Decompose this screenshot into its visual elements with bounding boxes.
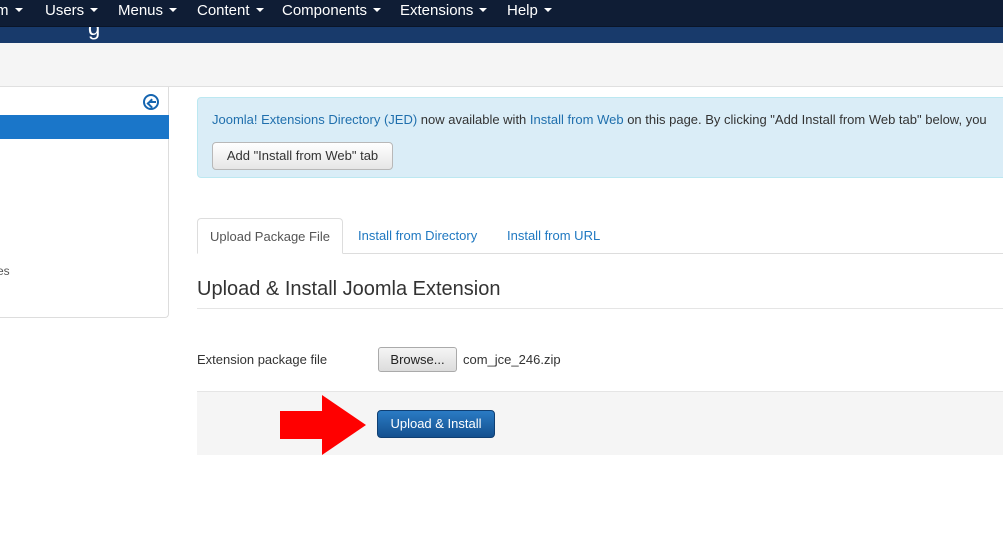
menu-menus[interactable]: Menus bbox=[118, 0, 178, 24]
jed-alert-message: Joomla! Extensions Directory (JED) now a… bbox=[212, 112, 987, 127]
extension-package-label: Extension package file bbox=[197, 352, 328, 367]
tab-upload-package-file[interactable]: Upload Package File bbox=[197, 218, 343, 254]
section-heading: Upload & Install Joomla Extension bbox=[197, 278, 501, 300]
menu-users[interactable]: Users bbox=[45, 0, 99, 24]
install-tabs: Upload Package File Install from Directo… bbox=[197, 218, 1003, 254]
menu-help-label: Help bbox=[507, 2, 538, 19]
menu-help[interactable]: Help bbox=[507, 0, 552, 24]
caret-down-icon bbox=[90, 8, 99, 12]
page-title: g bbox=[88, 27, 101, 40]
menu-content-label: Content bbox=[197, 2, 250, 19]
sidebar-item-partial[interactable]: es bbox=[0, 264, 10, 278]
sidebar: es bbox=[0, 87, 169, 318]
menu-users-label: Users bbox=[45, 2, 85, 19]
tab-install-from-url[interactable]: Install from URL bbox=[495, 218, 612, 254]
menu-content[interactable]: Content bbox=[197, 0, 264, 24]
menu-system[interactable]: m bbox=[0, 0, 23, 24]
menu-components-label: Components bbox=[282, 2, 368, 19]
caret-down-icon bbox=[255, 8, 264, 12]
sidebar-toggle-icon[interactable] bbox=[143, 94, 159, 110]
top-menu-bar: m Users Menus Content Components Extensi… bbox=[0, 0, 1003, 27]
jed-alert-text-end: on this page. By clicking "Add Install f… bbox=[623, 112, 987, 127]
selected-file-name: com_jce_246.zip bbox=[463, 352, 561, 367]
sidebar-item-install[interactable] bbox=[0, 115, 169, 139]
jed-info-alert: Joomla! Extensions Directory (JED) now a… bbox=[197, 97, 1003, 178]
red-arrow-right-icon bbox=[280, 395, 366, 455]
jed-link[interactable]: Joomla! Extensions Directory (JED) bbox=[212, 112, 417, 127]
menu-components[interactable]: Components bbox=[282, 0, 382, 24]
caret-down-icon bbox=[479, 8, 488, 12]
caret-down-icon bbox=[169, 8, 178, 12]
form-actions: Upload & Install bbox=[197, 391, 1003, 455]
upload-install-button[interactable]: Upload & Install bbox=[377, 410, 495, 438]
menu-system-label: m bbox=[0, 2, 9, 19]
menu-menus-label: Menus bbox=[118, 2, 164, 19]
caret-down-icon bbox=[14, 8, 23, 12]
tab-install-from-directory[interactable]: Install from Directory bbox=[346, 218, 489, 254]
caret-down-icon bbox=[373, 8, 382, 12]
toolbar bbox=[0, 43, 1003, 87]
browse-button[interactable]: Browse... bbox=[378, 347, 457, 372]
install-from-web-link[interactable]: Install from Web bbox=[530, 112, 624, 127]
menu-extensions-label: Extensions bbox=[400, 2, 474, 19]
caret-down-icon bbox=[543, 8, 552, 12]
page-header: g bbox=[0, 27, 1003, 43]
add-install-from-web-button[interactable]: Add "Install from Web" tab bbox=[212, 142, 393, 170]
jed-alert-text-mid: now available with bbox=[417, 112, 530, 127]
divider bbox=[197, 308, 1003, 309]
menu-extensions[interactable]: Extensions bbox=[400, 0, 488, 24]
